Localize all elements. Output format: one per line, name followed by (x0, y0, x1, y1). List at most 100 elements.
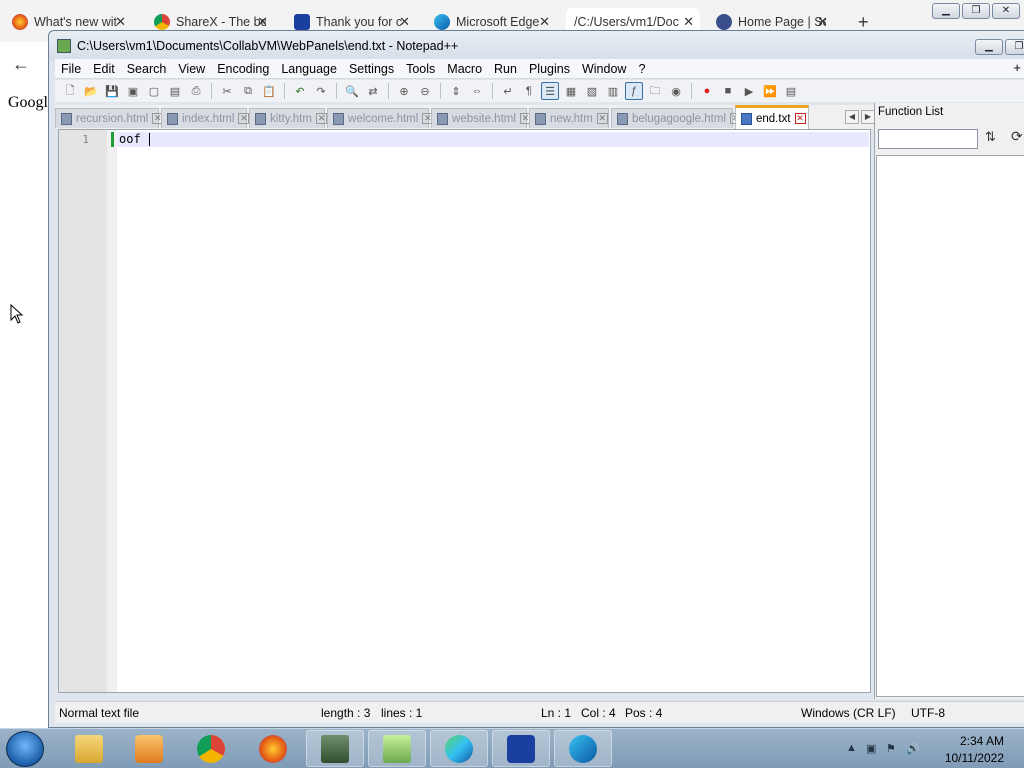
sync-vertical-icon[interactable]: ⇕ (447, 82, 465, 100)
doc-map-icon[interactable]: ▧ (583, 82, 601, 100)
save-all-icon[interactable]: ▣ (124, 82, 142, 100)
language-icon[interactable]: ▦ (562, 82, 580, 100)
close-icon[interactable]: ✕ (539, 14, 550, 30)
cut-icon[interactable]: ✂ (218, 82, 236, 100)
editor-text[interactable]: oof (119, 132, 141, 147)
minimize-button[interactable]: ▁ (975, 39, 1003, 55)
doc-list-icon[interactable]: ▥ (604, 82, 622, 100)
redo-icon[interactable]: ↷ (312, 82, 330, 100)
indent-guide-icon[interactable]: ☰ (541, 82, 559, 100)
close-icon[interactable]: ✕ (257, 14, 268, 30)
function-list-tree[interactable] (876, 155, 1024, 697)
close-icon[interactable]: ✕ (683, 14, 694, 30)
tab-end-txt[interactable]: end.txt ✕ (735, 105, 809, 129)
show-all-chars-icon[interactable]: ¶ (520, 82, 538, 100)
close-button[interactable]: ✕ (992, 3, 1020, 19)
menu-search[interactable]: Search (121, 62, 173, 76)
editor-area[interactable]: 1 oof (58, 129, 871, 693)
back-button[interactable]: ← (12, 54, 30, 75)
malwarebytes-icon (507, 734, 535, 763)
copy-icon[interactable]: ⧉ (239, 82, 257, 100)
menu-file[interactable]: File (55, 62, 87, 76)
tab-welcome-html[interactable]: welcome.html ✕ (327, 108, 434, 128)
action-center-icon[interactable]: ⚑ (886, 742, 900, 756)
tab-index-html[interactable]: index.html ✕ (161, 108, 250, 128)
zoom-out-icon[interactable]: ⊖ (416, 82, 434, 100)
taskbar-media-player[interactable] (120, 730, 178, 767)
print-icon[interactable]: ⎙ (187, 82, 205, 100)
menu-run[interactable]: Run (488, 62, 523, 76)
reload-icon[interactable]: ⟳ (1011, 128, 1023, 145)
monitoring-icon[interactable]: ◉ (667, 82, 685, 100)
status-eol[interactable]: Windows (CR LF) (801, 706, 896, 720)
save-macro-icon[interactable]: ▤ (782, 82, 800, 100)
close-all-icon[interactable]: ▤ (166, 82, 184, 100)
find-icon[interactable]: 🔍 (343, 82, 361, 100)
taskbar-explorer[interactable] (60, 730, 118, 767)
add-menu-button[interactable]: + (1013, 60, 1021, 75)
taskbar-malwarebytes[interactable] (492, 730, 550, 767)
taskbar-edge[interactable] (430, 730, 488, 767)
close-icon[interactable]: ✕ (238, 113, 250, 124)
menu-plugins[interactable]: Plugins (523, 62, 576, 76)
save-icon[interactable]: 💾 (103, 82, 121, 100)
clock-time[interactable]: 2:34 AM (960, 734, 1004, 748)
tab-website-html[interactable]: website.html ✕ (431, 108, 531, 128)
close-icon[interactable]: ✕ (399, 14, 410, 30)
word-wrap-icon[interactable]: ↵ (499, 82, 517, 100)
taskbar-firefox[interactable] (244, 730, 302, 767)
menu-edit[interactable]: Edit (87, 62, 121, 76)
new-file-icon[interactable]: 🗋 (61, 82, 79, 100)
open-file-icon[interactable]: 📂 (82, 82, 100, 100)
show-hidden-icons-icon[interactable]: ▲ (846, 742, 860, 756)
record-macro-icon[interactable]: ● (698, 82, 716, 100)
play-macro-icon[interactable]: ▶ (740, 82, 758, 100)
taskbar-chrome[interactable] (182, 730, 240, 767)
close-icon[interactable]: ✕ (794, 113, 806, 124)
tab-belugagoogle-html[interactable]: belugagoogle.html ✕ (611, 108, 741, 128)
sync-horizontal-icon[interactable]: ⇔ (468, 82, 486, 100)
tab-scroll-right-icon[interactable]: ▶ (861, 110, 875, 124)
menu-help[interactable]: ? (632, 62, 651, 76)
menu-view[interactable]: View (172, 62, 211, 76)
run-macro-multiple-icon[interactable]: ⏩ (761, 82, 779, 100)
volume-icon[interactable]: 🔊 (906, 742, 920, 756)
tab-scroll-left-icon[interactable]: ◀ (845, 110, 859, 124)
close-icon[interactable]: ✕ (315, 113, 327, 124)
function-list-search-input[interactable] (878, 129, 978, 149)
status-file-type: Normal text file (59, 706, 140, 720)
tab-label: recursion.html (76, 112, 149, 125)
restore-button[interactable]: ❐ (1005, 39, 1024, 55)
network-icon[interactable]: ▣ (866, 742, 880, 756)
start-button[interactable] (6, 731, 44, 767)
taskbar-notepadpp[interactable] (368, 730, 426, 767)
undo-icon[interactable]: ↶ (291, 82, 309, 100)
taskbar-edge-beta[interactable] (554, 730, 612, 767)
sort-icon[interactable]: ⇅ (985, 129, 996, 145)
minimize-button[interactable]: ▁ (932, 3, 960, 19)
replace-icon[interactable]: ⇄ (364, 82, 382, 100)
restore-button[interactable]: ❐ (962, 3, 990, 19)
menu-macro[interactable]: Macro (441, 62, 488, 76)
close-icon[interactable]: ✕ (115, 14, 126, 30)
title-bar[interactable]: C:\Users\vm1\Documents\CollabVM\WebPanel… (49, 31, 1024, 61)
close-file-icon[interactable]: ▢ (145, 82, 163, 100)
function-list-icon[interactable]: ƒ (625, 82, 643, 100)
status-encoding[interactable]: UTF-8 (911, 706, 945, 720)
tab-kitty-htm[interactable]: kitty.htm ✕ (249, 108, 327, 128)
close-icon[interactable]: ✕ (817, 14, 828, 30)
menu-encoding[interactable]: Encoding (211, 62, 275, 76)
taskbar-task-manager[interactable] (306, 730, 364, 767)
stop-macro-icon[interactable]: ■ (719, 82, 737, 100)
close-icon[interactable]: ✕ (596, 113, 608, 124)
menu-language[interactable]: Language (275, 62, 343, 76)
menu-settings[interactable]: Settings (343, 62, 400, 76)
folder-workspace-icon[interactable]: 🗀 (646, 82, 664, 100)
clock-date[interactable]: 10/11/2022 (945, 751, 1004, 765)
menu-tools[interactable]: Tools (400, 62, 441, 76)
zoom-in-icon[interactable]: ⊕ (395, 82, 413, 100)
paste-icon[interactable]: 📋 (260, 82, 278, 100)
tab-new-htm[interactable]: new.htm ✕ (529, 108, 609, 128)
tab-recursion-html[interactable]: recursion.html ✕ (55, 108, 164, 128)
menu-window[interactable]: Window (576, 62, 632, 76)
